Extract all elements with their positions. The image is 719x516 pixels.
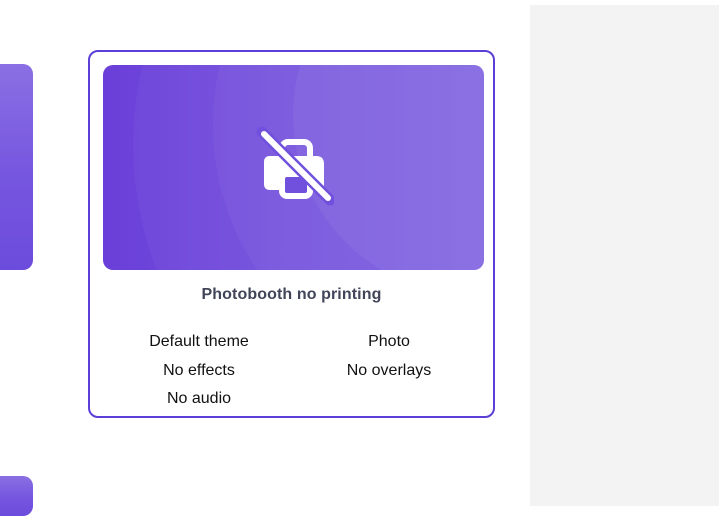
feature-audio: No audio [166, 390, 232, 407]
experience-card-photobooth[interactable]: Photobooth no printing Default theme Pho… [88, 50, 495, 418]
card-preview-image [103, 65, 484, 270]
printer-off-icon [256, 126, 334, 206]
feature-theme: Default theme [149, 333, 249, 350]
feature-effects: No effects [163, 362, 235, 379]
feature-overlays: No overlays [346, 362, 432, 379]
feature-mode: Photo [368, 333, 410, 350]
details-panel [530, 5, 719, 506]
adjacent-card-left-top[interactable] [0, 64, 33, 270]
adjacent-card-left-bottom[interactable] [0, 476, 33, 516]
card-title: Photobooth no printing [201, 286, 382, 303]
